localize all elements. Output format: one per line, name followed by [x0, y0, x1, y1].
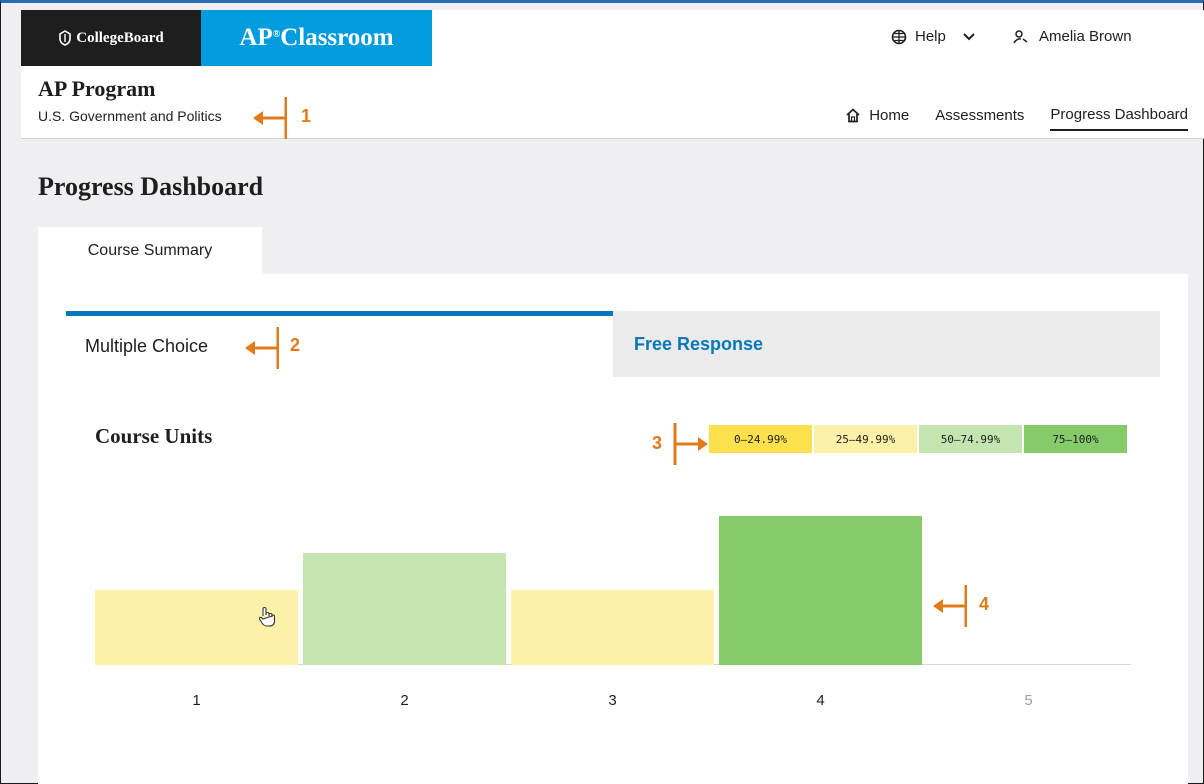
ap-logo-rest: Classroom [280, 24, 394, 51]
x-tick-label: 4 [816, 692, 825, 709]
x-tick-label: 3 [608, 692, 617, 709]
annotation-arrow-right-icon [673, 423, 708, 465]
tab-multiple-choice-label: Multiple Choice [85, 336, 209, 356]
annotation-arrow-left-icon [253, 97, 288, 139]
annotation-number-1: 1 [301, 106, 312, 126]
tab-multiple-choice[interactable]: Multiple Choice [66, 311, 613, 377]
x-tick-label: 2 [400, 692, 409, 709]
user-icon [1013, 29, 1028, 43]
annotation-number-2: 2 [290, 335, 301, 355]
home-icon [846, 108, 860, 123]
user-name: Amelia Brown [1039, 28, 1132, 45]
user-menu[interactable]: Amelia Brown [1013, 28, 1132, 45]
main-nav: Home Assessments Progress Dashboard [845, 106, 1188, 131]
tab-free-response-label: Free Response [634, 333, 764, 354]
annotation-4: 4 [933, 585, 989, 632]
annotation-number-4: 4 [979, 594, 990, 614]
collegeboard-logo-text: CollegeBoard [76, 29, 164, 46]
page-title: Progress Dashboard [38, 172, 264, 201]
annotation-arrow-left-icon [245, 327, 280, 369]
help-menu[interactable]: Help [891, 28, 976, 45]
annotation-1: 1 [253, 97, 311, 144]
course-units-title: Course Units [95, 424, 213, 448]
score-legend: 0–24.99% 25–49.99% 50–74.99% 75–100% [709, 425, 1129, 453]
acorn-icon [59, 30, 72, 46]
nav-progress-dashboard[interactable]: Progress Dashboard [1050, 106, 1188, 131]
hand-cursor-icon [258, 606, 276, 627]
ap-logo-main: AP [239, 24, 273, 51]
program-bar: AP Program U.S. Government and Politics … [21, 66, 1204, 139]
tab-free-response[interactable]: Free Response [613, 311, 1160, 377]
annotation-2: 2 [245, 327, 300, 374]
collegeboard-logo[interactable]: CollegeBoard [21, 10, 201, 66]
annotation-arrow-left-icon [933, 585, 968, 627]
nav-home-label: Home [869, 107, 910, 124]
x-tick-label: 1 [192, 692, 201, 709]
nav-assessments-label: Assessments [935, 107, 1025, 124]
program-title: AP Program [38, 76, 156, 101]
globe-icon [891, 29, 907, 44]
chart-bar-unit-3[interactable] [511, 590, 714, 665]
nav-home[interactable]: Home [845, 106, 909, 131]
chart-bar-unit-4[interactable] [719, 516, 922, 665]
ap-logo-registered: ® [272, 28, 281, 40]
chevron-down-icon [963, 32, 975, 40]
legend-item-25-50: 25–49.99% [814, 425, 917, 453]
legend-item-75-100: 75–100% [1024, 425, 1127, 453]
help-label: Help [915, 28, 946, 45]
tab-course-summary[interactable]: Course Summary [38, 227, 262, 275]
annotation-number-3: 3 [652, 433, 663, 453]
legend-item-0-25: 0–24.99% [709, 425, 812, 453]
ap-classroom-logo[interactable]: AP ® Classroom [201, 10, 432, 66]
nav-assessments[interactable]: Assessments [935, 106, 1024, 131]
legend-item-50-75: 50–74.99% [919, 425, 1022, 453]
course-name: U.S. Government and Politics [38, 108, 222, 124]
x-tick-label: 5 [1024, 692, 1033, 709]
chart-bar-unit-2[interactable] [303, 553, 506, 665]
top-bar: CollegeBoard AP ® Classroom Help Amelia Br… [21, 10, 1204, 67]
nav-progress-dashboard-label: Progress Dashboard [1050, 106, 1188, 123]
